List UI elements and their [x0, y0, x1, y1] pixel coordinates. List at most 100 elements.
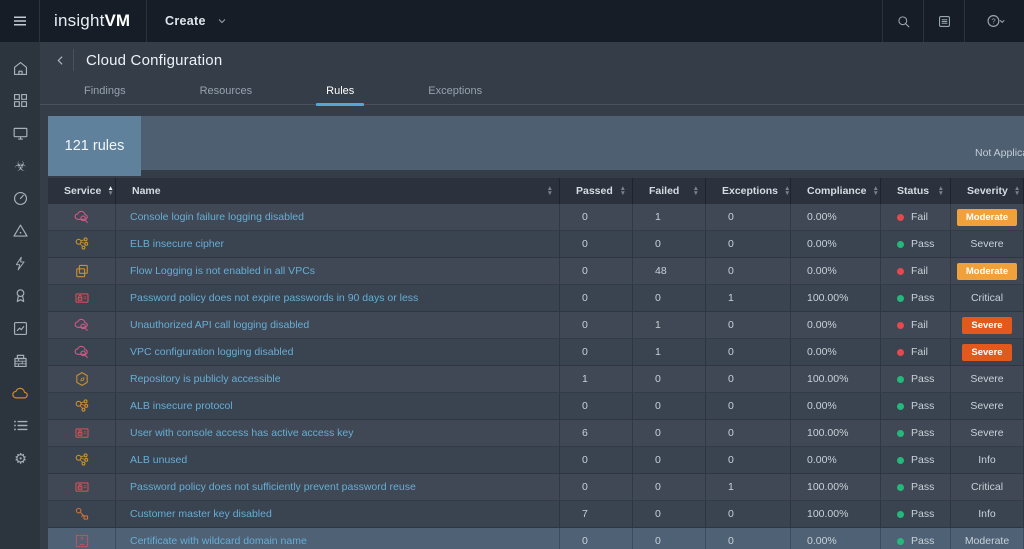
severity-text: Info [978, 508, 996, 520]
column-header-service[interactable]: Service▲▼ [48, 178, 116, 204]
sidebar-item-award[interactable] [0, 280, 40, 313]
insightvm-logo: insightVM [40, 0, 147, 42]
column-header-severity[interactable]: Severity▲▼ [951, 178, 1024, 204]
table-row[interactable]: VPC configuration logging disabled 0 1 0… [48, 339, 1024, 366]
rule-name-link[interactable]: Customer master key disabled [130, 508, 272, 520]
rules-count-label: 121 rules [65, 138, 125, 154]
sidebar-item-building[interactable] [0, 345, 40, 378]
service-cell [48, 339, 116, 365]
status-text: Fail [911, 265, 928, 277]
exceptions-cell: 0 [706, 231, 791, 257]
rule-name-link[interactable]: ELB insecure cipher [130, 238, 224, 250]
passed-cell: 6 [560, 420, 633, 446]
rule-name-link[interactable]: Flow Logging is not enabled in all VPCs [130, 265, 315, 277]
service-cell [48, 258, 116, 284]
compliance-cell: 0.00% [791, 447, 881, 473]
not-applicable-filter[interactable]: Not Applicable [975, 147, 1024, 159]
sidebar-item-home[interactable] [0, 52, 40, 85]
compliance-cell: 100.00% [791, 285, 881, 311]
sidebar-item-biohazard[interactable]: ☣ [0, 150, 40, 183]
topbar-spacer [246, 0, 882, 42]
sidebar-item-triangle-alert[interactable] [0, 215, 40, 248]
sidebar-item-gauge[interactable] [0, 182, 40, 215]
table-row[interactable]: Password policy does not sufficiently pr… [48, 474, 1024, 501]
severity-text: Critical [971, 292, 1003, 304]
sidebar-item-gear[interactable]: ⚙ [0, 442, 40, 475]
failed-cell: 1 [633, 204, 706, 230]
network-nodes-icon [73, 397, 91, 415]
service-cell [48, 312, 116, 338]
compliance-cell: 0.00% [791, 204, 881, 230]
rule-name-link[interactable]: Console login failure logging disabled [130, 211, 304, 223]
rule-name-link[interactable]: ALB insecure protocol [130, 400, 233, 412]
help-button[interactable]: ? [964, 0, 1024, 42]
create-button[interactable]: Create [147, 0, 246, 42]
sort-arrows-icon: ▲▼ [938, 186, 944, 196]
sort-arrows-icon: ▲▼ [1014, 186, 1020, 196]
exceptions-cell: 0 [706, 447, 791, 473]
table-row[interactable]: Customer master key disabled 7 0 0 100.0… [48, 501, 1024, 528]
rule-name-link[interactable]: Password policy does not expire password… [130, 292, 418, 304]
service-cell [48, 447, 116, 473]
monitor-icon [11, 124, 30, 143]
rule-name-link[interactable]: Certificate with wildcard domain name [130, 535, 307, 547]
column-header-exceptions[interactable]: Exceptions▲▼ [706, 178, 791, 204]
sort-arrows-icon: ▲▼ [873, 186, 879, 196]
tab-rules[interactable]: Rules [310, 78, 370, 104]
tab-findings[interactable]: Findings [68, 78, 142, 104]
rule-name-link[interactable]: User with console access has active acce… [130, 427, 354, 439]
rule-name-link[interactable]: Repository is publicly accessible [130, 373, 281, 385]
table-row[interactable]: * Certificate with wildcard domain name … [48, 528, 1024, 549]
status-dot-icon [897, 457, 904, 464]
table-row[interactable]: Flow Logging is not enabled in all VPCs … [48, 258, 1024, 285]
rules-panel: 121 rules Not Applicable Service▲▼Name▲▼… [48, 116, 1024, 549]
column-header-name[interactable]: Name▲▼ [116, 178, 560, 204]
sidebar-item-cloud[interactable] [0, 377, 40, 410]
column-header-compliance[interactable]: Compliance▲▼ [791, 178, 881, 204]
column-header-passed[interactable]: Passed▲▼ [560, 178, 633, 204]
status-dot-icon [897, 484, 904, 491]
status-text: Pass [911, 373, 934, 385]
failed-cell: 0 [633, 285, 706, 311]
tab-label: Rules [326, 85, 354, 97]
table-row[interactable]: Repository is publicly accessible 1 0 0 … [48, 366, 1024, 393]
lock-card-icon [73, 424, 91, 442]
passed-cell: 0 [560, 393, 633, 419]
exceptions-cell: 0 [706, 312, 791, 338]
table-row[interactable]: ALB unused 0 0 0 0.00% Pass Info [48, 447, 1024, 474]
table-row[interactable]: ALB insecure protocol 0 0 0 0.00% Pass S… [48, 393, 1024, 420]
search-button[interactable] [882, 0, 923, 42]
back-button[interactable] [48, 49, 74, 71]
sidebar-item-monitor[interactable] [0, 117, 40, 150]
panel-list-button[interactable] [923, 0, 964, 42]
severity-cell: Critical [951, 285, 1024, 311]
table-row[interactable]: Unauthorized API call logging disabled 0… [48, 312, 1024, 339]
sidebar-item-report-chart[interactable] [0, 312, 40, 345]
chevron-left-icon [54, 54, 67, 67]
rule-name-link[interactable]: ALB unused [130, 454, 187, 466]
sidebar-item-apps-grid[interactable] [0, 85, 40, 118]
rule-name-link[interactable]: Unauthorized API call logging disabled [130, 319, 309, 331]
table-row[interactable]: Console login failure logging disabled 0… [48, 204, 1024, 231]
sidebar-item-list[interactable] [0, 410, 40, 443]
hamburger-menu-button[interactable] [0, 0, 40, 42]
failed-cell: 0 [633, 420, 706, 446]
passed-cell: 0 [560, 447, 633, 473]
table-row[interactable]: ELB insecure cipher 0 0 0 0.00% Pass Sev… [48, 231, 1024, 258]
sidebar-item-lightning[interactable] [0, 247, 40, 280]
table-row[interactable]: User with console access has active acce… [48, 420, 1024, 447]
exceptions-cell: 0 [706, 393, 791, 419]
rule-name-link[interactable]: VPC configuration logging disabled [130, 346, 293, 358]
tab-resources[interactable]: Resources [184, 78, 269, 104]
status-dot-icon [897, 403, 904, 410]
tab-exceptions[interactable]: Exceptions [412, 78, 498, 104]
status-text: Pass [911, 292, 934, 304]
column-header-failed[interactable]: Failed▲▼ [633, 178, 706, 204]
table-header: Service▲▼Name▲▼Passed▲▼Failed▲▼Exception… [48, 178, 1024, 204]
table-row[interactable]: Password policy does not expire password… [48, 285, 1024, 312]
rule-name-link[interactable]: Password policy does not sufficiently pr… [130, 481, 416, 493]
column-header-status[interactable]: Status▲▼ [881, 178, 951, 204]
rules-count-chip[interactable]: 121 rules [48, 116, 141, 176]
column-label: Service [64, 185, 101, 197]
service-cell [48, 231, 116, 257]
